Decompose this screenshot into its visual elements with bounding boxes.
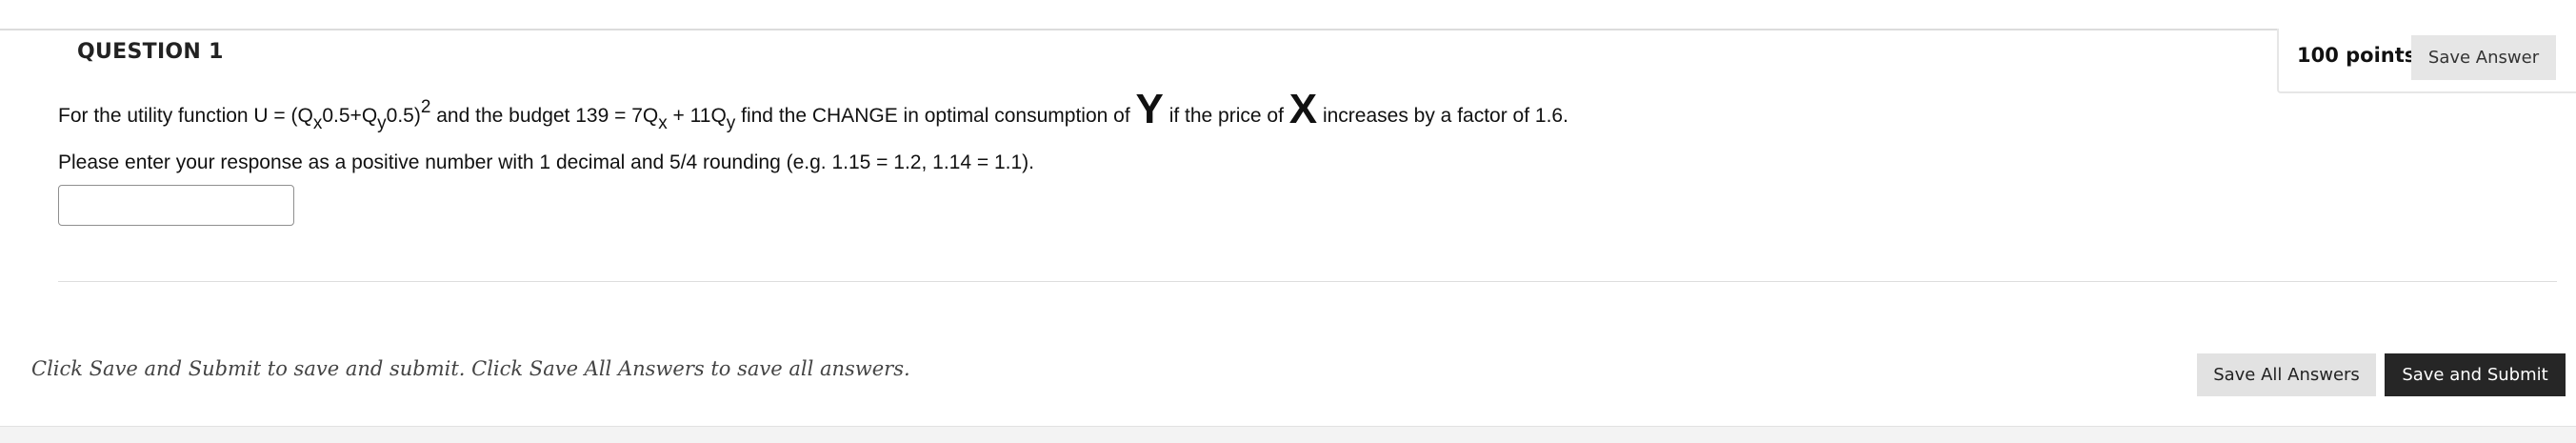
question-text-end: increases by a factor of 1.6. [1317, 105, 1568, 127]
footer-bar [0, 426, 2576, 443]
answer-input[interactable] [58, 185, 294, 226]
question-text: For the utility function U = (Qx0.5+Qy0.… [58, 89, 1568, 135]
question-text-part: + 11Q [667, 105, 727, 127]
question-text-part: find the CHANGE in optimal consumption o… [735, 105, 1136, 127]
subscript-x: x [658, 113, 668, 133]
save-and-submit-button[interactable]: Save and Submit [2385, 353, 2566, 396]
footer-instructions: Click Save and Submit to save and submit… [31, 357, 910, 380]
save-all-answers-button[interactable]: Save All Answers [2197, 353, 2376, 396]
question-text-part: 0.5) [386, 105, 421, 127]
top-divider [0, 29, 2576, 30]
variable-x: X [1288, 86, 1318, 132]
content-divider [58, 281, 2557, 282]
subscript-x: x [312, 113, 323, 133]
question-text-intro: For the utility function U = (Q [58, 105, 313, 127]
points-label: 100 points [2297, 44, 2417, 67]
question-text-part: if the price of [1163, 105, 1289, 127]
subscript-y: y [726, 113, 736, 133]
answer-instructions: Please enter your response as a positive… [58, 151, 1034, 173]
variable-y: Y [1135, 86, 1164, 132]
superscript-exponent: 2 [420, 97, 431, 117]
question-title: QUESTION 1 [77, 40, 224, 64]
subscript-y: y [377, 113, 387, 133]
question-text-part: 0.5+Q [322, 105, 378, 127]
question-text-part: and the budget 139 = 7Q [430, 105, 659, 127]
save-answer-button[interactable]: Save Answer [2411, 35, 2556, 80]
